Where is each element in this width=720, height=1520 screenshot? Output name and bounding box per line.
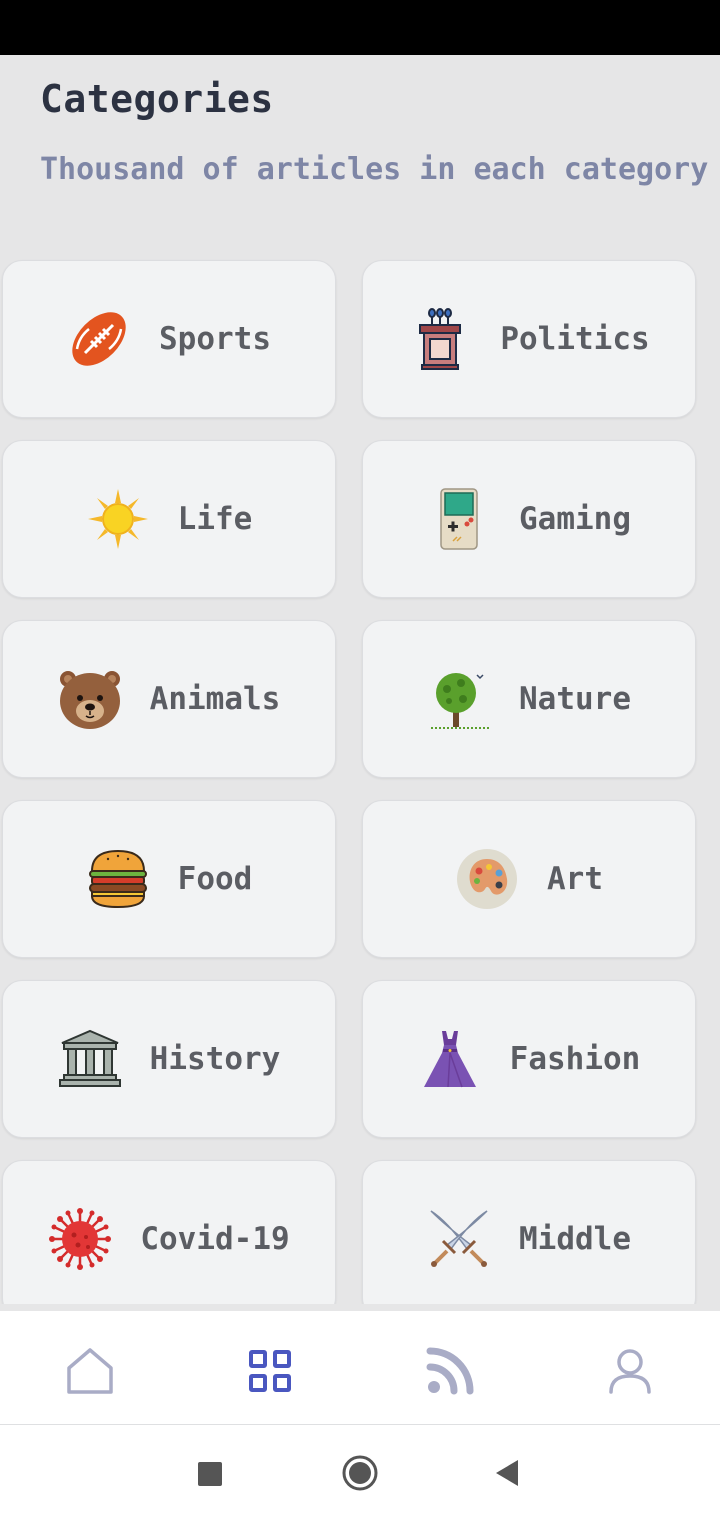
category-label: Covid-19	[140, 1221, 290, 1257]
palette-icon	[455, 847, 519, 911]
category-card-fashion[interactable]: Fashion	[362, 980, 696, 1138]
page-subtitle: Thousand of articles in each category	[40, 152, 709, 187]
category-card-nature[interactable]: Nature	[362, 620, 696, 778]
category-label: Life	[177, 501, 253, 537]
category-card-sports[interactable]: Sports	[2, 260, 336, 418]
category-card-politics[interactable]: Politics	[362, 260, 696, 418]
profile-icon	[609, 1349, 651, 1394]
category-card-covid-19[interactable]: Covid-19	[2, 1160, 336, 1304]
category-label: Sports	[159, 321, 271, 357]
category-card-middle[interactable]: Middle	[362, 1160, 696, 1304]
grid-icon	[249, 1350, 291, 1392]
category-label: Animals	[149, 681, 281, 717]
dress-icon	[418, 1027, 482, 1091]
category-label: History	[149, 1041, 281, 1077]
category-card-life[interactable]: Life	[2, 440, 336, 598]
category-label: Fashion	[509, 1041, 641, 1077]
nav-home[interactable]	[60, 1341, 120, 1401]
category-label: Nature	[519, 681, 631, 717]
page-title: Categories	[40, 77, 274, 121]
category-label: Food	[177, 861, 253, 897]
tree-icon	[427, 667, 491, 731]
rss-icon	[426, 1347, 474, 1395]
back-button[interactable]	[492, 1457, 522, 1489]
category-grid: Sports Politics Life Gaming Animals Natu…	[0, 0, 720, 1304]
category-label: Gaming	[519, 501, 631, 537]
category-label: Politics	[500, 321, 650, 357]
nav-profile[interactable]	[600, 1341, 660, 1401]
podium-icon	[408, 307, 472, 371]
back-triangle-icon	[496, 1460, 518, 1486]
home-button[interactable]	[340, 1453, 380, 1493]
bottom-navigation	[0, 1311, 720, 1425]
recents-button[interactable]	[196, 1460, 224, 1488]
home-icon	[67, 1348, 113, 1394]
virus-icon	[48, 1207, 112, 1271]
category-card-animals[interactable]: Animals	[2, 620, 336, 778]
category-card-art[interactable]: Art	[362, 800, 696, 958]
gameboy-icon	[427, 487, 491, 551]
category-card-gaming[interactable]: Gaming	[362, 440, 696, 598]
system-navigation-bar	[0, 1425, 720, 1520]
nav-feed[interactable]	[420, 1341, 480, 1401]
category-label: Middle	[519, 1221, 631, 1257]
museum-icon	[58, 1027, 122, 1091]
nav-categories[interactable]	[240, 1341, 300, 1401]
category-card-food[interactable]: Food	[2, 800, 336, 958]
burger-icon	[86, 847, 150, 911]
sun-icon	[86, 487, 150, 551]
category-card-history[interactable]: History	[2, 980, 336, 1138]
circle-icon	[342, 1455, 378, 1491]
square-icon	[198, 1462, 222, 1486]
football-icon	[67, 307, 131, 371]
category-label: Art	[547, 861, 603, 897]
bear-icon	[58, 667, 122, 731]
crossed-swords-icon	[427, 1207, 491, 1271]
